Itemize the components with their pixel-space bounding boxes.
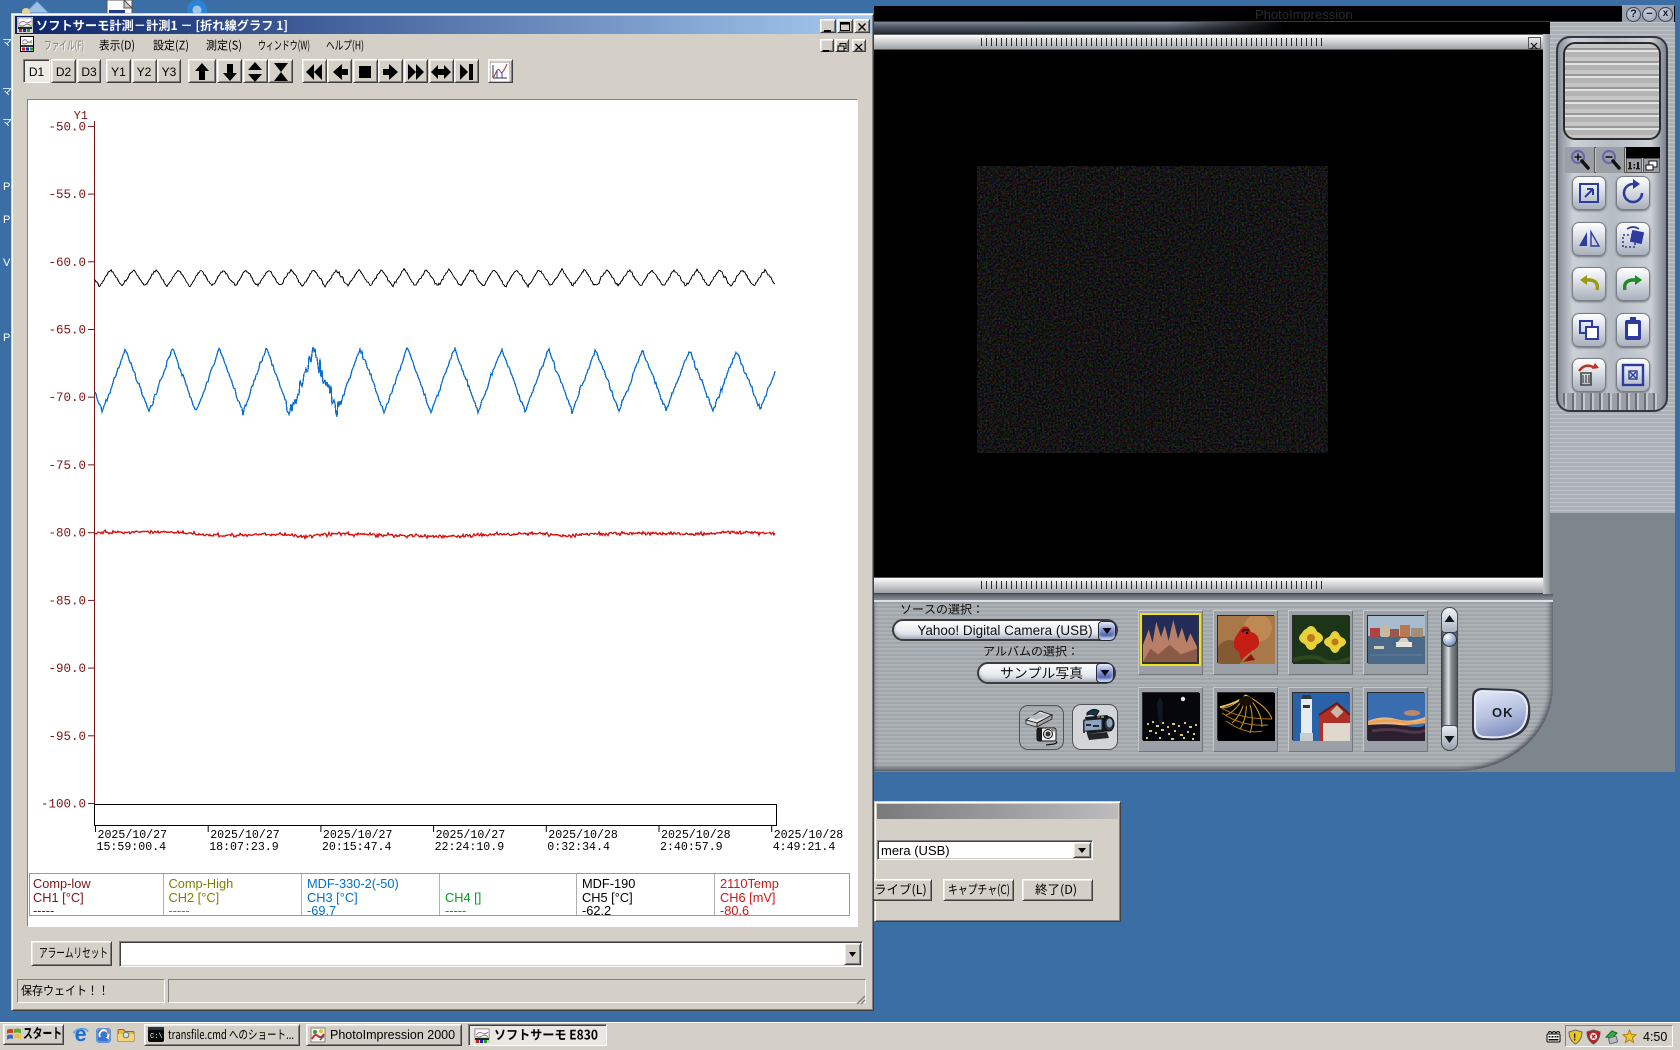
svg-text:-100.0: -100.0 (41, 798, 86, 812)
svg-text:-65.0: -65.0 (48, 324, 86, 338)
svg-text:-80.0: -80.0 (48, 527, 86, 541)
svg-text:-55.0: -55.0 (48, 188, 86, 202)
svg-text:-50.0: -50.0 (48, 120, 86, 134)
svg-text:4:49:21.4: 4:49:21.4 (773, 841, 836, 854)
svg-text:C:\: C:\ (150, 1033, 163, 1041)
svg-text:20:15:47.4: 20:15:47.4 (322, 841, 392, 854)
svg-text:-95.0: -95.0 (48, 730, 86, 744)
svg-text:OK: OK (1492, 705, 1514, 720)
svg-text:22:24:10.9: 22:24:10.9 (435, 841, 505, 854)
svg-text:!: ! (1573, 1033, 1576, 1044)
svg-text:-75.0: -75.0 (48, 459, 86, 473)
svg-text:0:32:34.4: 0:32:34.4 (547, 841, 610, 854)
svg-text:15:59:00.4: 15:59:00.4 (97, 841, 167, 854)
svg-text:-70.0: -70.0 (48, 391, 86, 405)
svg-text:-85.0: -85.0 (48, 594, 86, 608)
svg-text:18:07:23.9: 18:07:23.9 (209, 841, 279, 854)
svg-text:-60.0: -60.0 (48, 256, 86, 270)
svg-text:2:40:57.9: 2:40:57.9 (660, 841, 723, 854)
svg-text:-90.0: -90.0 (48, 662, 86, 676)
